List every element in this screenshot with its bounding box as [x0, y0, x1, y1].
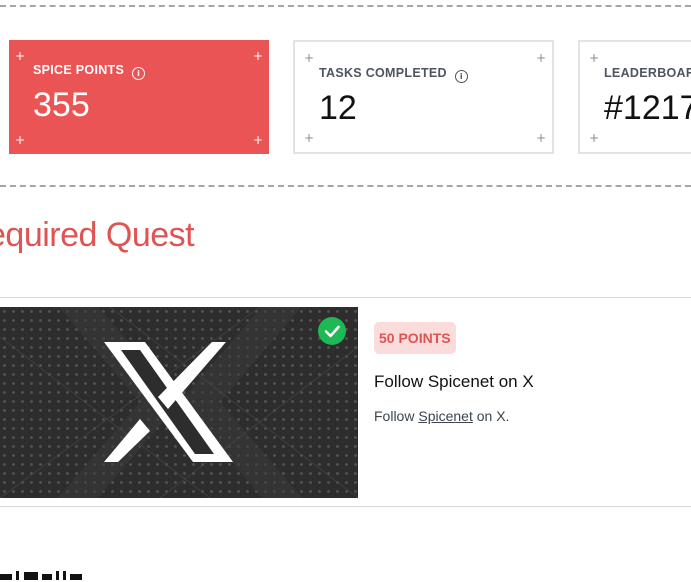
- quest-thumbnail[interactable]: [0, 307, 358, 498]
- corner-plus-icon: +: [589, 131, 600, 145]
- info-icon[interactable]: i: [132, 67, 146, 80]
- tasks-completed-card: + + + + TASKS COMPLETED i 12: [293, 40, 554, 154]
- corner-plus-icon: +: [304, 131, 315, 145]
- quest-bottom-divider: [0, 506, 691, 507]
- info-icon[interactable]: i: [454, 70, 468, 83]
- spice-points-card: + + + + SPICE POINTS i 355: [9, 40, 269, 154]
- quest-top-divider: [0, 297, 691, 298]
- corner-plus-icon: +: [15, 133, 26, 147]
- leaderboard-label: LEADERBOARD: [604, 66, 691, 80]
- corner-plus-icon: +: [535, 51, 546, 65]
- corner-plus-icon: +: [589, 51, 600, 65]
- quest-title: Follow Spicenet on X: [374, 372, 534, 391]
- corner-plus-icon: +: [15, 49, 26, 63]
- tasks-completed-value: 12: [319, 89, 357, 127]
- corner-plus-icon: +: [304, 51, 315, 65]
- leaderboard-value: #1217: [604, 89, 691, 127]
- corner-plus-icon: +: [252, 49, 263, 63]
- spice-points-label: SPICE POINTS i: [33, 63, 146, 80]
- corner-plus-icon: +: [535, 131, 546, 145]
- next-section-title-fragment: [0, 562, 114, 582]
- tasks-completed-label: TASKS COMPLETED i: [319, 66, 468, 83]
- spice-points-value: 355: [33, 86, 90, 124]
- x-logo-icon: [0, 307, 358, 498]
- points-badge: 50 POINTS: [374, 322, 456, 354]
- top-divider: [0, 5, 691, 7]
- checkmark-icon: [318, 317, 346, 345]
- leaderboard-card: + + LEADERBOARD #1217: [578, 40, 691, 154]
- corner-plus-icon: +: [252, 133, 263, 147]
- section-title: equired Quest: [0, 216, 195, 254]
- stats-divider: [0, 185, 691, 187]
- quest-description: Follow Spicenet on X.: [374, 408, 510, 424]
- spicenet-link[interactable]: Spicenet: [418, 408, 472, 424]
